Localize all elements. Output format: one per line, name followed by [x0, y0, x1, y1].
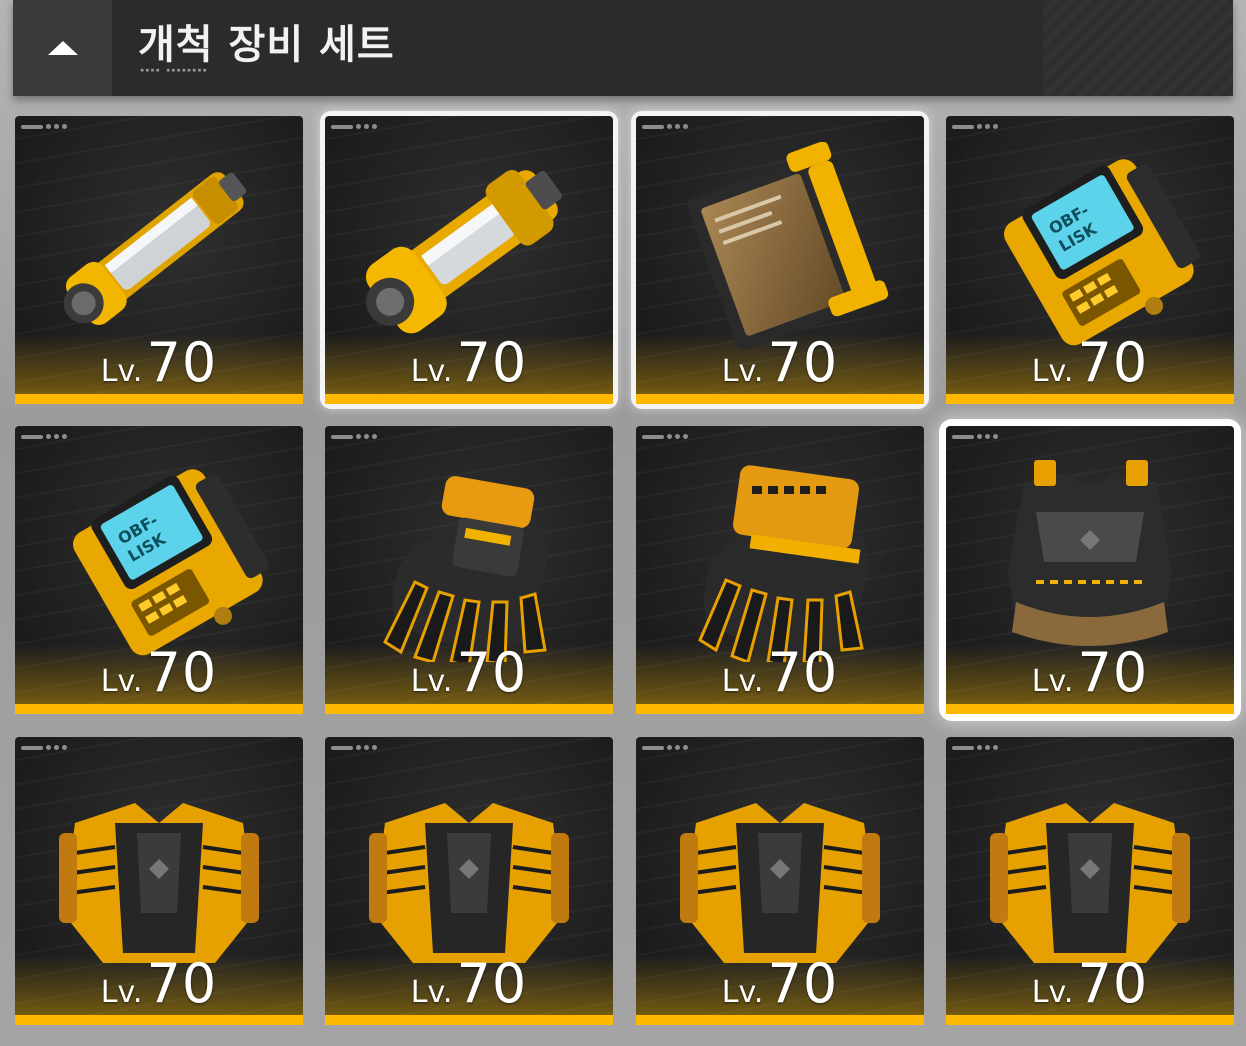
level-value: 70	[1077, 952, 1149, 1015]
level-value: 70	[456, 641, 528, 704]
level-value: 70	[456, 331, 528, 394]
equipment-slot[interactable]: Lv.70	[325, 426, 613, 714]
rarity-indicator	[21, 124, 67, 129]
set-header: 개척 장비 세트 ▪▪▪▪ ▪▪▪▪▪▪▪▪	[13, 0, 1233, 96]
item-level: Lv.70	[946, 641, 1234, 704]
item-level: Lv.70	[15, 331, 303, 394]
armor-pack-icon	[369, 803, 569, 963]
level-prefix: Lv.	[721, 975, 764, 1010]
rarity-indicator	[331, 745, 377, 750]
equipment-slot[interactable]: Lv.70	[636, 737, 924, 1025]
rarity-bar	[946, 1015, 1234, 1025]
item-level: Lv.70	[15, 952, 303, 1015]
rarity-indicator	[21, 745, 67, 750]
item-level: Lv.70	[15, 641, 303, 704]
item-level: Lv.70	[946, 952, 1234, 1015]
vest-icon	[1008, 460, 1172, 646]
equipment-set-panel: 개척 장비 세트 ▪▪▪▪ ▪▪▪▪▪▪▪▪ Lv.70 Lv.70 Lv.70…	[0, 0, 1246, 1046]
level-prefix: Lv.	[1031, 354, 1074, 389]
collapse-toggle-button[interactable]	[13, 0, 112, 96]
level-value: 70	[456, 952, 528, 1015]
armor-pack-icon	[680, 803, 880, 963]
rarity-bar	[15, 1015, 303, 1025]
equipment-slot[interactable]: Lv.70	[15, 116, 303, 404]
header-subcode-decoration: ▪▪▪▪ ▪▪▪▪▪▪▪▪	[140, 66, 208, 74]
item-level: Lv.70	[636, 331, 924, 394]
equipment-slot[interactable]: OBF- LISK Lv.70	[946, 116, 1234, 404]
level-prefix: Lv.	[721, 354, 764, 389]
item-level: Lv.70	[946, 331, 1234, 394]
equipment-slot[interactable]: Lv.70	[325, 116, 613, 404]
level-value: 70	[146, 952, 218, 1015]
item-level: Lv.70	[325, 952, 613, 1015]
level-value: 70	[146, 641, 218, 704]
screen-device-icon: OBF- LISK	[1004, 159, 1200, 346]
level-prefix: Lv.	[410, 354, 453, 389]
armor-pack-icon	[990, 803, 1190, 963]
level-prefix: Lv.	[100, 664, 143, 699]
level-value: 70	[146, 331, 218, 394]
rarity-indicator	[331, 124, 377, 129]
equipment-slot[interactable]: Lv.70	[15, 737, 303, 1025]
rarity-indicator	[952, 124, 998, 129]
level-prefix: Lv.	[410, 664, 453, 699]
rarity-indicator	[952, 745, 998, 750]
screen-device-icon: OBF- LISK	[73, 469, 269, 656]
rarity-bar	[15, 704, 303, 714]
rarity-bar	[946, 394, 1234, 404]
equipment-slot[interactable]: Lv.70	[636, 116, 924, 404]
equipment-slot[interactable]: Lv.70	[946, 737, 1234, 1025]
rarity-bar	[325, 394, 613, 404]
level-prefix: Lv.	[721, 664, 764, 699]
rarity-indicator	[952, 434, 998, 439]
rarity-indicator	[642, 745, 688, 750]
rarity-bar	[636, 704, 924, 714]
rarity-bar	[636, 394, 924, 404]
caret-up-icon	[47, 41, 78, 55]
item-level: Lv.70	[325, 331, 613, 394]
level-prefix: Lv.	[1031, 664, 1074, 699]
tablet-frame-icon	[687, 142, 889, 350]
level-value: 70	[767, 952, 839, 1015]
rarity-indicator	[21, 434, 67, 439]
level-value: 70	[1077, 641, 1149, 704]
level-prefix: Lv.	[100, 354, 143, 389]
tube-device-icon	[63, 172, 247, 325]
set-title: 개척 장비 세트	[138, 22, 395, 68]
equipment-slot[interactable]: Lv.70	[636, 426, 924, 714]
equipment-slot[interactable]: Lv.70	[325, 737, 613, 1025]
level-value: 70	[767, 331, 839, 394]
level-value: 70	[767, 641, 839, 704]
equipment-slot[interactable]: OBF- LISK Lv.70	[15, 426, 303, 714]
level-prefix: Lv.	[100, 975, 143, 1010]
item-level: Lv.70	[325, 641, 613, 704]
rarity-bar	[325, 1015, 613, 1025]
rarity-bar	[636, 1015, 924, 1025]
glove-icon	[383, 476, 547, 662]
item-level: Lv.70	[636, 952, 924, 1015]
rarity-bar	[946, 704, 1234, 714]
reinforced-tube-device-icon	[365, 170, 562, 334]
rarity-indicator	[331, 434, 377, 439]
armored-glove-icon	[698, 465, 868, 662]
rarity-bar	[325, 704, 613, 714]
rarity-bar	[15, 394, 303, 404]
rarity-indicator	[642, 434, 688, 439]
level-prefix: Lv.	[410, 975, 453, 1010]
equipment-slot[interactable]: Lv.70	[946, 426, 1234, 714]
header-decoration	[1043, 0, 1233, 96]
item-level: Lv.70	[636, 641, 924, 704]
armor-pack-icon	[59, 803, 259, 963]
level-value: 70	[1077, 331, 1149, 394]
level-prefix: Lv.	[1031, 975, 1074, 1010]
rarity-indicator	[642, 124, 688, 129]
